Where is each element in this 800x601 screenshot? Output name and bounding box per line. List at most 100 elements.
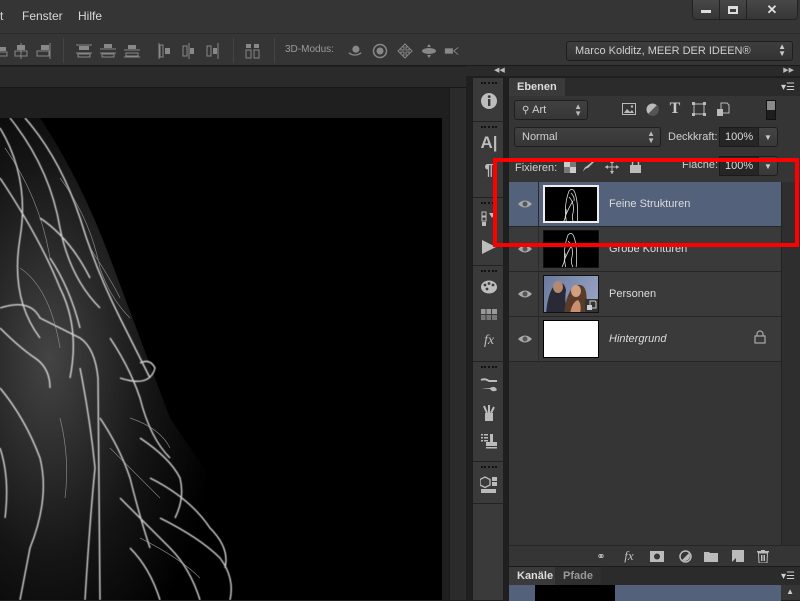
layer-name[interactable]: Hintergrund — [609, 333, 666, 345]
collapse-right-icon[interactable]: ▶▶ — [783, 66, 794, 74]
layers-panel: Ebenen ▾☰ ⚲ Art ▲ ▼ T Normal ▲ ▼ Deckkraft… — [508, 78, 800, 566]
tab-kanaele[interactable]: Kanäle — [509, 567, 562, 585]
roll-3d-icon[interactable] — [372, 43, 388, 59]
swatches-icon[interactable] — [480, 278, 498, 296]
layer-row[interactable]: Hintergrund — [509, 317, 781, 362]
updown-icon: ▲ ▼ — [778, 42, 786, 58]
lock-transparent-pixels-icon[interactable] — [564, 161, 576, 173]
opacity-dropdown-button[interactable]: ▼ — [758, 127, 778, 147]
layer-row[interactable]: Personen — [509, 272, 781, 317]
distribute-left-icon[interactable] — [157, 43, 173, 59]
close-button[interactable]: ✕ — [746, 0, 797, 19]
visibility-toggle[interactable] — [509, 272, 539, 316]
history-icon[interactable] — [480, 210, 498, 228]
brush-presets-icon[interactable] — [480, 376, 498, 394]
grip-handle[interactable] — [481, 366, 497, 369]
layer-name[interactable]: Grobe Konturen — [609, 243, 687, 255]
opacity-input[interactable]: 100% — [719, 127, 759, 147]
adjustment-layer-icon[interactable] — [677, 549, 693, 563]
blend-mode-dropdown[interactable]: Normal ▲ ▼ — [514, 127, 661, 147]
lock-image-pixels-icon[interactable] — [582, 161, 595, 173]
paragraph-icon[interactable]: ¶ — [480, 162, 498, 180]
grip-handle[interactable] — [481, 466, 497, 469]
info-icon[interactable] — [480, 92, 498, 110]
lock-icon[interactable] — [754, 330, 766, 344]
scroll-up-icon[interactable]: ▲ — [786, 587, 794, 596]
filter-kind-dropdown[interactable]: ⚲ Art ▲ ▼ — [514, 100, 588, 120]
lock-all-icon[interactable] — [630, 160, 641, 173]
panel-menu-icon[interactable]: ▾☰ — [781, 82, 795, 93]
canvas-area — [0, 88, 466, 600]
align-vcenter-icon[interactable] — [13, 43, 29, 59]
lock-position-icon[interactable] — [605, 160, 619, 174]
distribute-bottom-icon[interactable] — [124, 43, 140, 59]
maximize-button[interactable] — [720, 0, 747, 19]
menu-item-hilfe[interactable]: Hilfe — [78, 9, 102, 23]
scale-3d-camera-icon[interactable] — [444, 43, 460, 59]
smart-object-badge-icon — [585, 299, 598, 312]
tab-pfade[interactable]: Pfade — [555, 567, 601, 585]
layer-name[interactable]: Feine Strukturen — [609, 198, 690, 210]
grip-handle[interactable] — [481, 126, 497, 129]
filter-shape-icon[interactable] — [691, 101, 707, 117]
fx-icon[interactable]: fx — [621, 548, 637, 563]
slide-3d-icon[interactable] — [421, 43, 437, 59]
panel-menu-icon[interactable]: ▾☰ — [781, 571, 795, 582]
grip-handle[interactable] — [481, 202, 497, 205]
eye-icon — [518, 335, 532, 343]
filter-smartobject-icon[interactable] — [715, 101, 731, 117]
3d-icon[interactable] — [480, 476, 498, 494]
layer-row[interactable]: Feine Strukturen — [509, 182, 781, 227]
pan-3d-icon[interactable] — [397, 43, 413, 59]
distribute-vcenter-icon[interactable] — [100, 43, 116, 59]
delete-layer-icon[interactable] — [755, 549, 771, 563]
clone-source-icon[interactable] — [480, 432, 498, 450]
visibility-toggle[interactable] — [509, 227, 539, 271]
character-icon[interactable]: A| — [480, 133, 498, 152]
filter-pixel-icon[interactable] — [621, 101, 637, 117]
layer-list-scrollbar[interactable] — [781, 182, 800, 548]
grip-handle[interactable] — [481, 270, 497, 273]
minimize-button[interactable] — [693, 0, 721, 19]
collapse-left-icon[interactable]: ◀◀ — [494, 66, 505, 74]
brushes-icon[interactable] — [480, 404, 498, 422]
filter-adjustment-icon[interactable] — [644, 101, 660, 117]
canvas-image[interactable] — [0, 118, 442, 600]
menu-item-bearbeiten[interactable]: t — [0, 9, 3, 23]
layer-thumbnail — [543, 320, 599, 358]
lock-label: Fixieren: — [515, 162, 558, 174]
layer-name[interactable]: Personen — [609, 288, 656, 300]
distribute-top-icon[interactable] — [76, 43, 92, 59]
rotate-3d-icon[interactable] — [347, 43, 363, 59]
distribute-hcenter-icon[interactable] — [181, 43, 197, 59]
new-group-icon[interactable] — [703, 549, 719, 563]
styles-grid-icon[interactable] — [480, 306, 498, 324]
visibility-toggle[interactable] — [509, 317, 539, 361]
actions-icon[interactable] — [480, 238, 498, 256]
vertical-scrollbar[interactable] — [449, 88, 466, 600]
menu-item-fenster[interactable]: Fenster — [22, 9, 63, 23]
align-hcenter-icon[interactable] — [0, 43, 10, 59]
fill-input[interactable]: 100% — [719, 156, 759, 176]
add-mask-icon[interactable] — [649, 549, 665, 563]
distribute-right-icon[interactable] — [205, 43, 221, 59]
fill-label: Fläche: — [682, 159, 719, 171]
filter-type-icon[interactable]: T — [667, 100, 683, 117]
fill-dropdown-button[interactable]: ▼ — [758, 156, 778, 176]
window-controls: ✕ — [692, 0, 798, 20]
layer-row[interactable]: Grobe Konturen — [509, 227, 781, 272]
tab-ebenen[interactable]: Ebenen — [509, 78, 565, 96]
auto-align-icon[interactable] — [245, 43, 261, 59]
visibility-toggle[interactable] — [509, 182, 539, 226]
channel-thumbnail — [535, 585, 615, 601]
new-layer-icon[interactable] — [730, 549, 746, 563]
fx-styles-icon[interactable]: fx — [480, 332, 498, 350]
panel-dock-header: ◀◀ ▶▶ — [466, 66, 800, 76]
edge-thumbnail-art — [561, 233, 578, 267]
link-layers-icon[interactable]: ⚭ — [593, 549, 609, 563]
filter-toggle-switch[interactable] — [766, 100, 776, 120]
align-right-icon[interactable] — [36, 43, 52, 59]
channel-row[interactable] — [509, 585, 781, 601]
grip-handle[interactable] — [481, 82, 497, 85]
workspace-select[interactable]: Marco Kolditz, MEER DER IDEEN® ▲ ▼ — [566, 41, 793, 61]
